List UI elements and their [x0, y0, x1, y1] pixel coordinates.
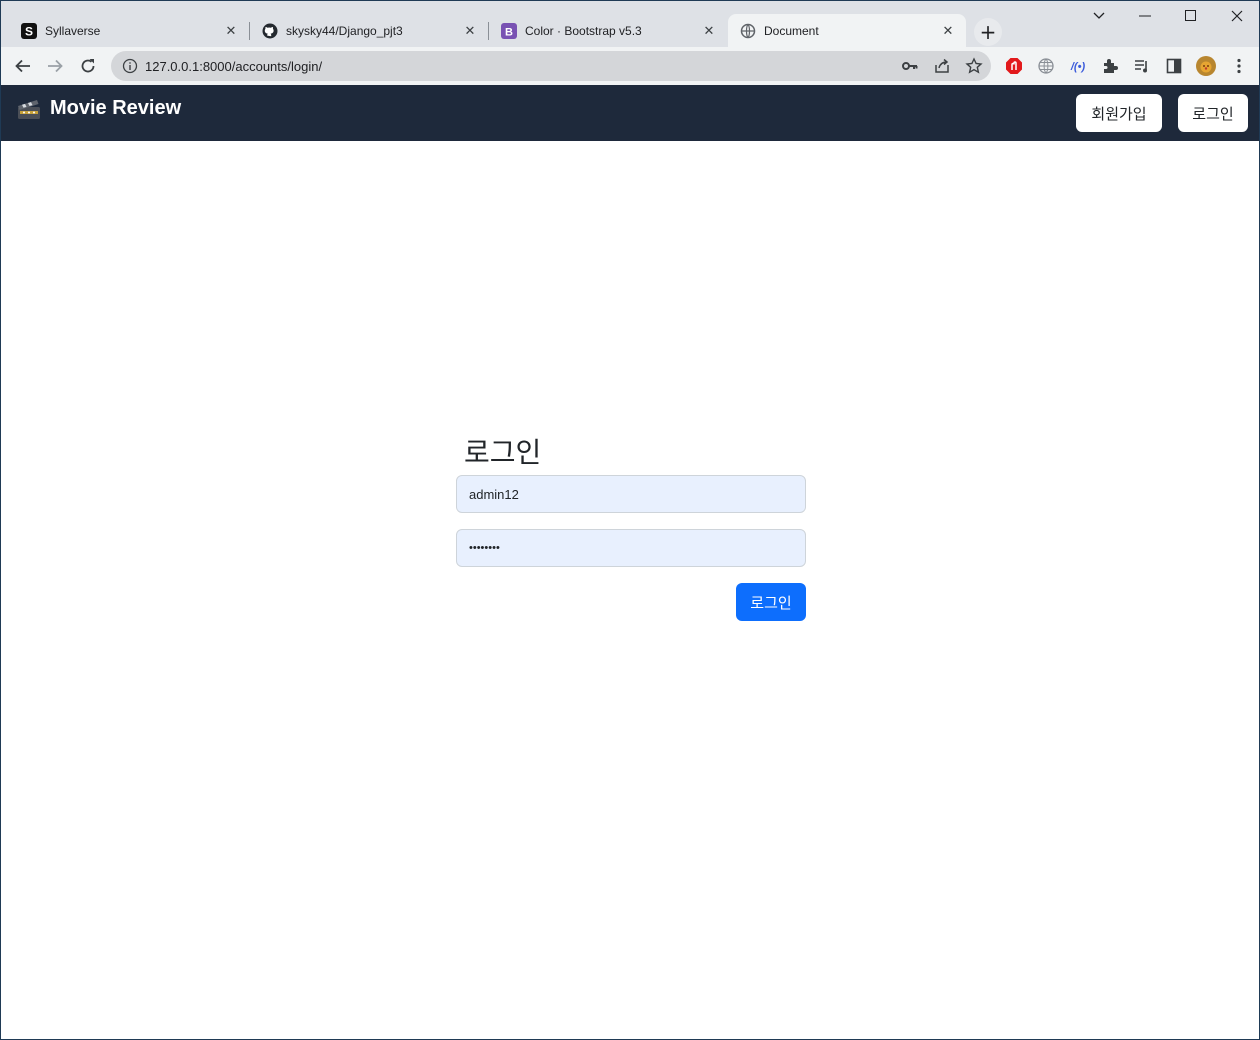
password-key-icon[interactable]: [896, 52, 924, 80]
login-submit-button[interactable]: 로그인: [736, 583, 806, 621]
nav-login-button[interactable]: 로그인: [1178, 94, 1248, 132]
password-input[interactable]: ••••••••: [456, 529, 806, 567]
signup-button[interactable]: 회원가입: [1076, 94, 1162, 132]
brand-name: Movie Review: [50, 97, 182, 119]
close-icon[interactable]: ✕: [940, 23, 956, 39]
back-arrow-icon[interactable]: [9, 52, 37, 80]
extensions-puzzle-icon[interactable]: [1096, 52, 1124, 80]
username-input[interactable]: admin12: [456, 475, 806, 513]
adblock-extension-icon[interactable]: [1000, 52, 1028, 80]
tab-syllaverse[interactable]: S Syllaverse ✕: [9, 14, 249, 47]
clapperboard-icon: [16, 98, 42, 120]
tab-title: Color · Bootstrap v5.3: [525, 23, 642, 38]
share-icon[interactable]: [928, 52, 956, 80]
close-icon[interactable]: ✕: [462, 23, 478, 39]
address-bar[interactable]: 127.0.0.1:8000/accounts/login/: [111, 51, 991, 81]
window-close-icon[interactable]: [1214, 1, 1260, 31]
login-heading: 로그인: [464, 436, 542, 469]
bookmark-star-icon[interactable]: [960, 52, 988, 80]
site-navbar: Movie Review 회원가입 로그인: [1, 85, 1259, 141]
close-icon[interactable]: ✕: [701, 23, 717, 39]
svg-text:B: B: [505, 26, 513, 38]
bootstrap-icon: B: [501, 22, 517, 39]
tab-search-chevron-icon[interactable]: [1076, 1, 1122, 31]
svg-text:S: S: [25, 24, 33, 38]
brand-link[interactable]: Movie Review: [16, 97, 181, 120]
site-info-icon[interactable]: [115, 58, 145, 74]
tab-title: Syllaverse: [45, 23, 101, 38]
syllaverse-s-icon: S: [21, 22, 37, 39]
globe-icon: [740, 23, 756, 39]
browser-menu-icon[interactable]: [1225, 52, 1253, 80]
side-panel-icon[interactable]: [1160, 52, 1188, 80]
new-tab-button[interactable]: +: [974, 18, 1002, 46]
tab-title: Document: [764, 23, 819, 38]
reload-icon[interactable]: [74, 52, 102, 80]
translate-globe-icon[interactable]: [1032, 52, 1060, 80]
react-devtools-icon[interactable]: /(•): [1064, 52, 1092, 80]
minimize-icon[interactable]: [1122, 1, 1168, 31]
profile-avatar-icon[interactable]: [1192, 52, 1220, 80]
tab-strip: S Syllaverse ✕ skysky44/Django_pjt3 ✕ B …: [1, 1, 1259, 47]
reading-list-icon[interactable]: [1128, 52, 1156, 80]
browser-window: S Syllaverse ✕ skysky44/Django_pjt3 ✕ B …: [0, 0, 1260, 1040]
browser-toolbar: 127.0.0.1:8000/accounts/login/ /(•): [1, 47, 1259, 85]
tab-document[interactable]: Document ✕: [728, 14, 966, 47]
tab-github[interactable]: skysky44/Django_pjt3 ✕: [250, 14, 488, 47]
tab-bootstrap[interactable]: B Color · Bootstrap v5.3 ✕: [489, 14, 727, 47]
forward-arrow-icon[interactable]: [41, 52, 69, 80]
github-icon: [262, 23, 278, 39]
url-text[interactable]: 127.0.0.1:8000/accounts/login/: [145, 59, 322, 74]
maximize-icon[interactable]: [1168, 1, 1214, 31]
tab-title: skysky44/Django_pjt3: [286, 23, 403, 38]
svg-text:/(•): /(•): [1070, 61, 1086, 73]
close-icon[interactable]: ✕: [223, 23, 239, 39]
